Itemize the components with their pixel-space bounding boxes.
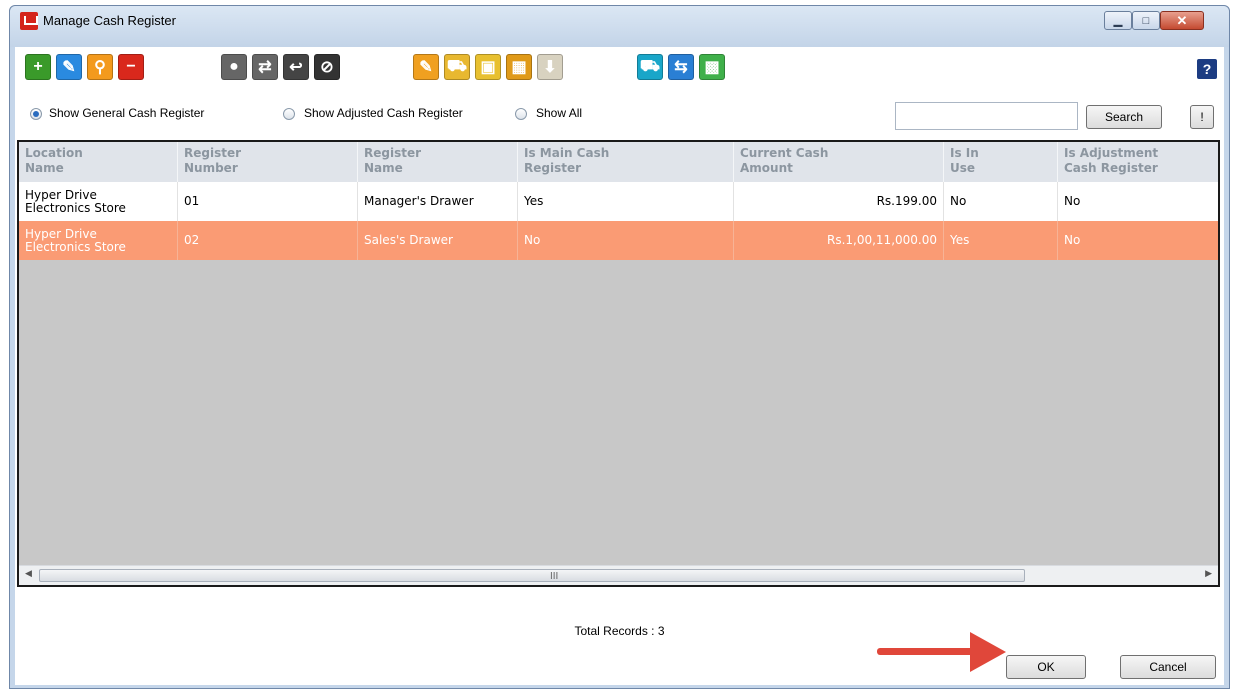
cart-button[interactable]: ⛟ [444, 54, 470, 80]
filter-bar: Show General Cash Register Show Adjusted… [15, 102, 1224, 130]
window-title: Manage Cash Register [43, 13, 176, 28]
radio-adjusted-label[interactable]: Show Adjusted Cash Register [304, 106, 463, 120]
table-cell: 02 [178, 221, 358, 260]
table-cell: No [518, 221, 734, 260]
minus-icon: − [126, 58, 136, 75]
column-header[interactable]: Is Adjustment Cash Register [1058, 142, 1218, 182]
total-records: Total Records : 3 [574, 624, 665, 638]
scroll-left-icon[interactable]: ◀ [25, 568, 32, 579]
alert-button[interactable]: ! [1190, 105, 1214, 129]
table-row[interactable]: Hyper Drive Electronics Store 01 Manager's… [19, 182, 1218, 221]
column-header[interactable]: Is In Use [944, 142, 1058, 182]
table-cell: Hyper Drive Electronics Store [19, 221, 178, 260]
radio-show-all-label[interactable]: Show All [536, 106, 582, 120]
column-header[interactable]: Register Name [358, 142, 518, 182]
close-button[interactable]: ✕ [1160, 11, 1204, 30]
return-truck-icon: ⇆ [674, 59, 688, 76]
delete-button[interactable]: − [118, 54, 144, 80]
calendar-button[interactable]: ▦ [506, 54, 532, 80]
search-button[interactable]: ⚲ [87, 54, 113, 80]
scrollbar-thumb[interactable]: III [39, 569, 1025, 582]
table-cell: Yes [518, 182, 734, 221]
table-cell: Rs.1,00,11,000.00 [734, 221, 944, 260]
search-button[interactable]: Search [1086, 105, 1162, 129]
table-row[interactable]: Hyper Drive Electronics Store 02 Sales's D… [19, 221, 1218, 260]
table-cell: 01 [178, 182, 358, 221]
maximize-icon: □ [1142, 14, 1150, 27]
close-icon: ✕ [1176, 12, 1188, 28]
ok-button[interactable]: OK [1006, 655, 1086, 679]
coins-icon: ● [229, 58, 239, 75]
radio-general-label[interactable]: Show General Cash Register [49, 106, 204, 120]
notes-button[interactable]: ✎ [413, 54, 439, 80]
coins-button[interactable]: ● [221, 54, 247, 80]
cancel-button[interactable]: Cancel [1120, 655, 1216, 679]
pencil-icon: ✎ [62, 59, 76, 76]
grid-header: Location Name Register Number Register Nam… [19, 142, 1218, 182]
radio-show-all[interactable] [515, 108, 527, 120]
radio-adjusted[interactable] [283, 108, 295, 120]
box-arrow-icon: ▣ [480, 59, 496, 76]
delivery-button[interactable]: ⛟ [637, 54, 663, 80]
radio-general[interactable] [30, 108, 42, 120]
truck-icon: ⛟ [639, 58, 661, 75]
table-cell: No [1058, 182, 1218, 221]
annotation-arrow-icon [970, 632, 1006, 672]
table-cell: Rs.199.00 [734, 182, 944, 221]
help-icon: ? [1202, 61, 1212, 77]
table-cell: Manager's Drawer [358, 182, 518, 221]
coin-arrow-icon: ↩ [289, 59, 303, 76]
package-icon: ▩ [704, 59, 720, 76]
minimize-icon: ▁ [1113, 15, 1123, 27]
edit-button[interactable]: ✎ [56, 54, 82, 80]
table-cell: No [1058, 221, 1218, 260]
calendar-icon: ▦ [511, 59, 527, 76]
column-header[interactable]: Location Name [19, 142, 178, 182]
magnifier-icon: ⚲ [94, 59, 106, 76]
column-header[interactable]: Current Cash Amount [734, 142, 944, 182]
cash-register-grid: Location Name Register Number Register Nam… [17, 140, 1220, 587]
table-cell: Yes [944, 221, 1058, 260]
transfer-button[interactable]: ⇄ [252, 54, 278, 80]
stock-button[interactable]: ▣ [475, 54, 501, 80]
scroll-right-icon[interactable]: ▶ [1205, 568, 1212, 579]
void-button[interactable]: ⊘ [314, 54, 340, 80]
refund-button[interactable]: ↩ [283, 54, 309, 80]
package-button[interactable]: ▩ [699, 54, 725, 80]
table-cell: No [944, 182, 1058, 221]
maximize-button[interactable]: □ [1132, 11, 1160, 30]
annotation-arrow-shaft [877, 648, 975, 655]
search-input[interactable] [895, 102, 1078, 130]
column-header[interactable]: Is Main Cash Register [518, 142, 734, 182]
table-cell: Hyper Drive Electronics Store [19, 182, 178, 221]
horizontal-scrollbar[interactable]: ◀ III ▶ [19, 565, 1218, 585]
title-bar[interactable]: Manage Cash Register ▁ □ ✕ [10, 6, 1229, 47]
minimize-button[interactable]: ▁ [1104, 11, 1132, 30]
prohibited-icon: ⊘ [320, 59, 334, 76]
table-cell: Sales's Drawer [358, 221, 518, 260]
toolbar: + ✎ ⚲ − ● ⇄ ↩ ⊘ ✎ ⛟ ▣ ▦ ⬇ ⛟ ⇆ ▩ [15, 54, 1224, 84]
cart-icon: ⛟ [446, 58, 468, 75]
cart-icon [20, 12, 38, 30]
import-button[interactable]: ⬇ [537, 54, 563, 80]
plus-icon: + [33, 58, 43, 75]
dialog-body: + ✎ ⚲ − ● ⇄ ↩ ⊘ ✎ ⛟ ▣ ▦ ⬇ ⛟ ⇆ ▩ ? Show General Cash Reg… [15, 47, 1224, 685]
arrows-swap-icon: ⇄ [258, 59, 272, 76]
notepad-icon: ✎ [419, 59, 433, 76]
manage-cash-register-window: Manage Cash Register ▁ □ ✕ + ✎ ⚲ − ● ⇄ ↩ ⊘ ✎ ⛟ ▣ ▦ ⬇… [9, 5, 1230, 689]
return-button[interactable]: ⇆ [668, 54, 694, 80]
column-header[interactable]: Register Number [178, 142, 358, 182]
download-box-icon: ⬇ [543, 59, 557, 76]
grip-icon: III [550, 571, 559, 582]
help-button[interactable]: ? [1197, 59, 1217, 79]
add-button[interactable]: + [25, 54, 51, 80]
